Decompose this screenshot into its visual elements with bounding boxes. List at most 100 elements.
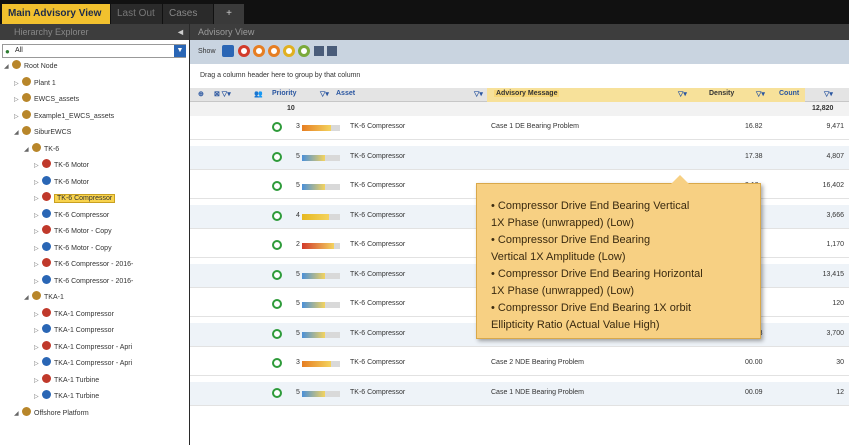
expand-arrow-icon[interactable]: ▷ <box>34 193 42 205</box>
export-tool-icon[interactable] <box>327 46 337 56</box>
group-by-drop-area[interactable]: Drag a column header here to group by th… <box>190 64 849 88</box>
collapse-panel-icon[interactable]: ◄ <box>176 24 185 40</box>
expand-arrow-icon[interactable]: ▷ <box>34 375 42 387</box>
tree-node[interactable]: ▷ TKA-1 Compressor - Apri <box>34 340 132 354</box>
density-value: 16.82 <box>745 123 763 130</box>
status-circle-icon <box>272 328 282 339</box>
table-row[interactable]: 5 TK-6 Compressor 17.38 4,807 <box>190 145 849 170</box>
tab-last-out[interactable]: Last Out <box>111 4 162 24</box>
expand-arrow-icon[interactable]: ▷ <box>34 243 42 255</box>
tree-node[interactable]: ▷ TK-6 Motor - Copy <box>34 241 112 255</box>
asset-alert-icon <box>42 159 51 168</box>
expand-arrow-icon[interactable]: ▷ <box>34 226 42 238</box>
tab-bar: Main Advisory View Last Out Cases + <box>0 0 849 24</box>
expand-arrow-icon[interactable]: ◢ <box>24 144 32 156</box>
tree-node[interactable]: ▷ TKA-1 Compressor <box>34 307 114 321</box>
tree-node[interactable]: ▷ TK-6 Compressor <box>34 192 116 205</box>
expand-arrow-icon[interactable]: ▷ <box>14 78 22 90</box>
column-header-density[interactable]: Density <box>709 90 734 97</box>
tree-node[interactable]: ▷ Plant 1 <box>14 76 56 90</box>
tree-node[interactable]: ▷ TKA-1 Compressor <box>34 324 114 336</box>
priority-4-filter-icon[interactable] <box>283 45 295 57</box>
search-tool-icon[interactable] <box>314 46 324 56</box>
priority-filter-icon[interactable]: ▽▾ <box>320 90 329 98</box>
filter-column-icon[interactable]: ⊠ ▽▾ <box>214 90 231 98</box>
expand-arrow-icon[interactable]: ▷ <box>34 276 42 288</box>
asset-alert-icon <box>42 192 51 201</box>
expand-arrow-icon[interactable]: ◢ <box>14 408 22 420</box>
table-row[interactable]: 3 TK-6 Compressor Case 1 DE Bearing Proble… <box>190 116 849 140</box>
expand-arrow-icon[interactable]: ▷ <box>34 325 42 337</box>
priority-5-filter-icon[interactable] <box>298 45 310 57</box>
asset-name: TK-6 Compressor <box>350 211 406 219</box>
tree-node-label: SiburEWCS <box>34 129 72 136</box>
tree-node[interactable]: ▷ TKA-1 Turbine <box>34 390 99 402</box>
tree-node[interactable]: ▷ TK-6 Compressor - 2016- <box>34 258 133 270</box>
expand-arrow-icon[interactable]: ▷ <box>34 309 42 321</box>
density-filter-icon[interactable]: ▽▾ <box>756 90 765 98</box>
tree-node[interactable]: ▷ EWCS_assets <box>14 93 79 105</box>
priority-2-filter-icon[interactable] <box>253 45 265 57</box>
column-header-priority[interactable]: Priority <box>272 90 297 97</box>
tree-node[interactable]: ◢ TK-6 <box>24 142 59 156</box>
summary-count: 10 <box>287 105 295 112</box>
group-by-hint: Drag a column header here to group by th… <box>200 72 361 79</box>
asset-filter-icon[interactable]: ▽▾ <box>474 90 483 98</box>
expand-arrow-icon[interactable]: ◢ <box>14 127 22 139</box>
priority-bar-fill <box>302 213 329 220</box>
advisory-filter-icon[interactable]: ▽▾ <box>678 90 687 98</box>
count-value: 12 <box>836 388 844 396</box>
tree-node-label: TK-6 Motor - Copy <box>54 244 112 252</box>
tree-node[interactable]: ▷ TK-6 Motor <box>34 159 89 171</box>
hierarchy-explorer-panel: ● All ▼ ◢ Root Node ▷ Plant 1 ▷ EWCS_assets ▷ E… <box>0 40 189 445</box>
expand-arrow-icon[interactable]: ▷ <box>34 259 42 271</box>
tab-main-advisory-view[interactable]: Main Advisory View <box>2 4 110 24</box>
tree-node[interactable]: ◢ Root Node <box>4 60 57 72</box>
expand-arrow-icon[interactable]: ▷ <box>34 177 42 189</box>
priority-bar-fill <box>302 125 331 131</box>
expand-arrow-icon[interactable]: ▷ <box>34 391 42 403</box>
tree-node[interactable]: ▷ TK-6 Compressor <box>34 208 109 222</box>
asset-ok-icon <box>42 324 51 333</box>
priority-3-filter-icon[interactable] <box>268 45 280 57</box>
all-filter-icon[interactable] <box>222 45 234 57</box>
priority-value: 5 <box>296 270 300 278</box>
table-row[interactable]: 3 TK-6 Compressor Case 2 NDE Bearing Probl… <box>190 352 849 376</box>
asset-name: TK-6 Compressor <box>350 359 406 366</box>
tree-node[interactable]: ▷ TK-6 Motor - Copy <box>34 225 112 237</box>
tree-node[interactable]: ◢ TKA-1 <box>24 291 64 303</box>
priority-bar <box>302 125 340 131</box>
expand-arrow-icon[interactable]: ▷ <box>34 160 42 172</box>
status-circle-icon <box>272 122 282 132</box>
expand-arrow-icon[interactable]: ▷ <box>14 111 22 123</box>
tree-node[interactable]: ▷ TKA-1 Compressor - Apri <box>34 357 132 369</box>
hierarchy-filter-dropdown[interactable]: ● All ▼ <box>2 44 186 58</box>
expand-arrow-icon[interactable]: ▷ <box>34 210 42 222</box>
add-tab-button[interactable]: + <box>214 4 244 24</box>
priority-1-filter-icon[interactable] <box>238 45 250 57</box>
tree-node[interactable]: ▷ Example1_EWCS_assets <box>14 109 114 123</box>
asset-name: TK-6 Compressor <box>350 152 406 160</box>
grid-summary-row: 10 12,820 <box>190 102 849 116</box>
expand-arrow-icon[interactable]: ◢ <box>24 292 32 304</box>
tree-node[interactable]: ▷ TKA-1 Turbine <box>34 373 99 387</box>
column-header-asset[interactable]: Asset <box>336 90 355 97</box>
tab-cases[interactable]: Cases <box>163 4 213 24</box>
expand-arrow-icon[interactable]: ▷ <box>14 94 22 106</box>
priority-bar-fill <box>302 390 325 397</box>
column-header-count[interactable]: Count <box>779 90 799 97</box>
count-filter-icon[interactable]: ▽▾ <box>824 90 833 98</box>
expand-arrow-icon[interactable]: ◢ <box>4 61 12 73</box>
column-header-advisory-message[interactable]: Advisory Message <box>494 90 560 97</box>
expand-arrow-icon[interactable]: ▷ <box>34 342 42 354</box>
summary-total: 12,820 <box>812 105 834 112</box>
dropdown-arrow-icon[interactable]: ▼ <box>174 45 186 57</box>
expand-arrow-icon[interactable]: ▷ <box>34 358 42 370</box>
tree-node[interactable]: ▷ TK-6 Compressor - 2016- <box>34 274 133 288</box>
density-value: 17.38 <box>745 152 763 160</box>
tree-node[interactable]: ▷ TK-6 Motor <box>34 175 89 189</box>
tree-node[interactable]: ◢ SiburEWCS <box>14 126 71 138</box>
table-row[interactable]: 5 TK-6 Compressor Case 1 NDE Bearing Probl… <box>190 381 849 406</box>
expand-column-icon[interactable]: ⊕ <box>198 90 204 98</box>
tree-node[interactable]: ◢ Offshore Platform <box>14 406 89 420</box>
